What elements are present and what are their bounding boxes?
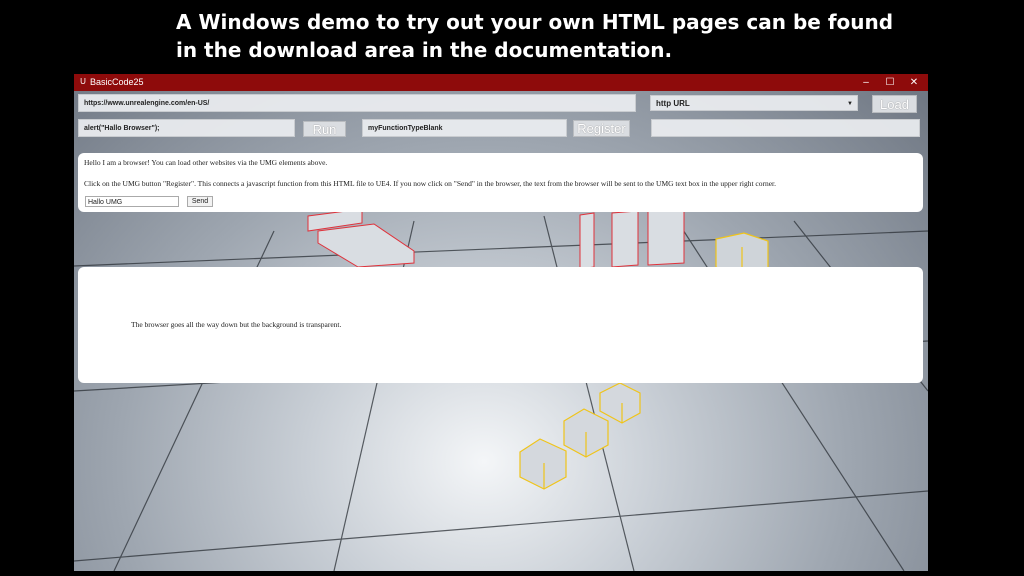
- browser-message-input[interactable]: Hallo UMG: [85, 196, 179, 207]
- url-input[interactable]: https://www.unrealengine.com/en-US/: [78, 94, 636, 112]
- red-outlined-blocks: [307, 208, 685, 270]
- run-button[interactable]: Run: [303, 121, 346, 137]
- register-button[interactable]: Register: [573, 120, 630, 137]
- browser-panel: Hello I am a browser! You can load other…: [78, 153, 923, 212]
- app-window: U BasicCode25 – ☐ ✕ https://www.unrealen…: [74, 74, 928, 571]
- url-type-value: http URL: [656, 99, 690, 108]
- url-type-select[interactable]: http URL ▼: [650, 95, 858, 111]
- transparent-info-text: The browser goes all the way down but th…: [131, 320, 342, 329]
- title-bar: U BasicCode25 – ☐ ✕: [74, 74, 928, 91]
- browser-instructions-text: Click on the UMG button "Register". This…: [84, 179, 777, 188]
- send-button[interactable]: Send: [187, 196, 213, 207]
- function-name-input[interactable]: myFunctionTypeBlank: [362, 119, 567, 137]
- caption-line-1: A Windows demo to try out your own HTML …: [176, 10, 894, 34]
- transparent-info-panel: The browser goes all the way down but th…: [78, 267, 923, 383]
- window-title: BasicCode25: [90, 77, 144, 87]
- close-button[interactable]: ✕: [902, 74, 926, 91]
- javascript-input[interactable]: alert("Hallo Browser");: [78, 119, 295, 137]
- video-caption: A Windows demo to try out your own HTML …: [176, 8, 936, 64]
- browser-intro-text: Hello I am a browser! You can load other…: [84, 158, 328, 167]
- umg-output-textbox[interactable]: [651, 119, 920, 137]
- dropdown-arrow-icon: ▼: [847, 101, 853, 107]
- unreal-logo-icon: U: [80, 77, 86, 86]
- load-button[interactable]: Load: [872, 95, 917, 113]
- maximize-button[interactable]: ☐: [878, 74, 902, 91]
- caption-line-2: in the download area in the documentatio…: [176, 38, 673, 62]
- minimize-button[interactable]: –: [854, 74, 878, 91]
